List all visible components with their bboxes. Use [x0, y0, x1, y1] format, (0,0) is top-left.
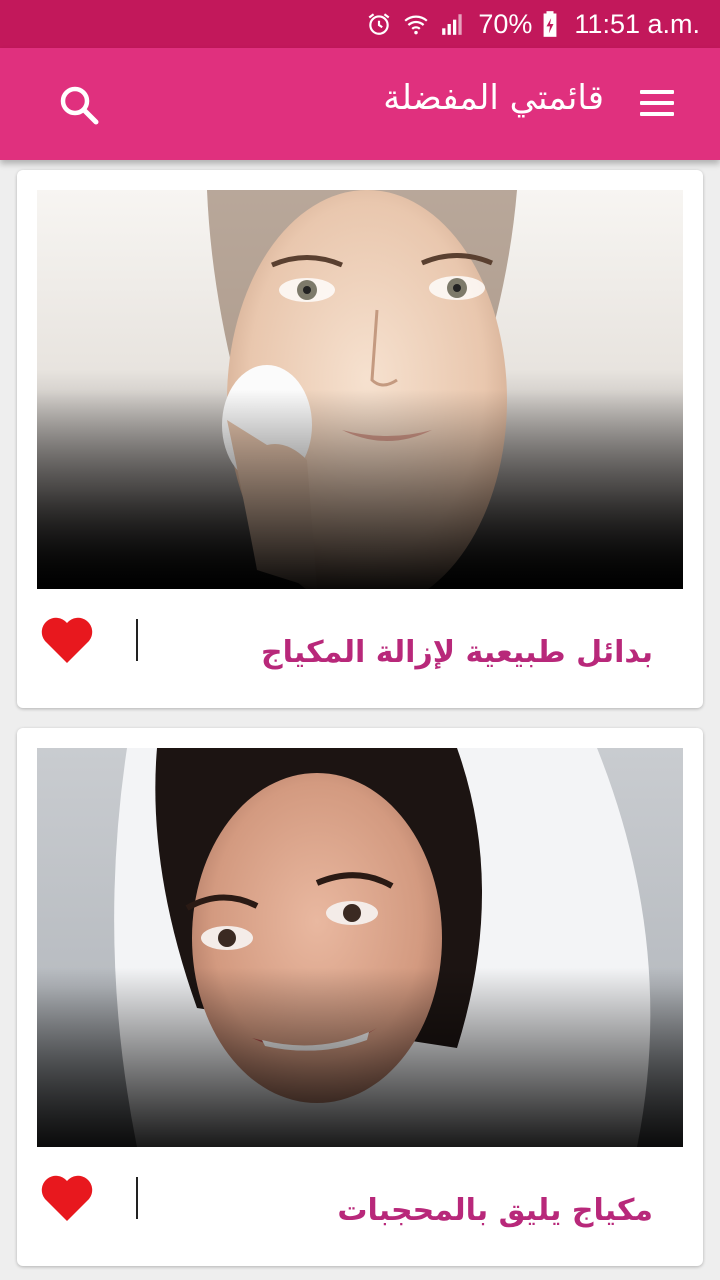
- article-card[interactable]: مكياج يليق بالمحجبات: [17, 728, 703, 1266]
- alarm-icon: [368, 13, 390, 35]
- signal-icon: [442, 14, 463, 35]
- search-icon[interactable]: [56, 82, 104, 130]
- divider: [136, 619, 138, 661]
- article-image[interactable]: [37, 190, 683, 589]
- status-time: 11:51 a.m.: [574, 8, 700, 39]
- woman-in-white-hijab-photo: [37, 748, 683, 1147]
- article-image[interactable]: [37, 748, 683, 1147]
- wifi-icon: [404, 15, 428, 35]
- article-footer: مكياج يليق بالمحجبات: [17, 1147, 703, 1266]
- battery-charging-icon: [544, 11, 557, 37]
- article-footer: بدائل طبيعية لإزالة المكياج: [17, 589, 703, 708]
- article-title[interactable]: مكياج يليق بالمحجبات: [337, 1193, 653, 1228]
- app-bar: قائمتي المفضلة: [0, 48, 720, 160]
- menu-icon[interactable]: [636, 86, 680, 120]
- page-title: قائمتي المفضلة: [383, 78, 604, 118]
- favorite-heart-icon[interactable]: [39, 1173, 95, 1223]
- status-bar: 70% 11:51 a.m.: [0, 0, 720, 48]
- woman-removing-makeup-photo: [37, 190, 683, 589]
- battery-percent: 70%: [478, 8, 533, 39]
- divider: [136, 1177, 138, 1219]
- article-card[interactable]: بدائل طبيعية لإزالة المكياج: [17, 170, 703, 708]
- favorite-heart-icon[interactable]: [39, 615, 95, 665]
- article-title[interactable]: بدائل طبيعية لإزالة المكياج: [261, 635, 653, 670]
